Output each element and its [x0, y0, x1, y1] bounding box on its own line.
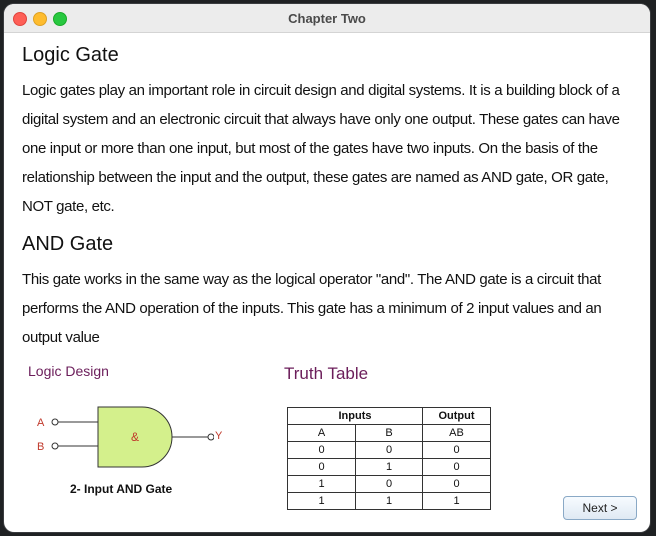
app-window: Chapter Two Logic Gate Logic gates play … — [4, 4, 650, 532]
truth-table-column-row: A B AB — [287, 424, 491, 442]
table-cell: 1 — [355, 492, 423, 510]
window-title: Chapter Two — [288, 11, 366, 26]
table-cell: 0 — [287, 441, 356, 459]
logic-gate-heading: Logic Gate — [22, 44, 119, 66]
table-cell: 0 — [355, 475, 423, 493]
table-cell: 0 — [355, 441, 423, 459]
input-b-label: B — [37, 441, 44, 453]
table-cell: 0 — [422, 441, 491, 459]
inputs-header: Inputs — [287, 407, 423, 425]
and-gate-heading: AND Gate — [22, 233, 114, 255]
output-header: Output — [422, 407, 491, 425]
truth-table-label: Truth Table — [284, 364, 369, 383]
table-cell: 1 — [287, 492, 356, 510]
column-a-header: A — [287, 424, 356, 442]
table-cell: 1 — [287, 475, 356, 493]
output-terminal — [207, 433, 214, 441]
table-row: 1 1 1 — [287, 492, 491, 510]
and-gate-diagram: A B & — [37, 406, 214, 468]
logic-design-label: Logic Design — [28, 363, 109, 379]
table-row: 1 0 0 — [287, 475, 491, 493]
input-a-terminal — [51, 418, 59, 426]
and-gate-paragraph: This gate works in the same way as the l… — [22, 271, 602, 346]
truth-table: Inputs Output A B AB 0 0 0 0 1 0 1 0 0 1… — [287, 407, 491, 510]
and-symbol: & — [131, 430, 139, 444]
table-cell: 1 — [355, 458, 423, 476]
table-cell: 1 — [422, 492, 491, 510]
table-row: 0 1 0 — [287, 458, 491, 476]
output-y-label: Y — [215, 430, 223, 442]
next-button[interactable]: Next > — [563, 496, 637, 520]
table-row: 0 0 0 — [287, 441, 491, 459]
input-b-terminal — [51, 442, 59, 450]
gate-caption: 2- Input AND Gate — [70, 482, 173, 496]
table-cell: 0 — [287, 458, 356, 476]
table-cell: 0 — [422, 475, 491, 493]
column-ab-header: AB — [422, 424, 491, 442]
table-cell: 0 — [422, 458, 491, 476]
input-a-label: A — [37, 417, 45, 429]
column-b-header: B — [355, 424, 423, 442]
truth-table-group-row: Inputs Output — [287, 407, 491, 425]
logic-gate-paragraph: Logic gates play an important role in ci… — [22, 82, 620, 215]
title-bar: Chapter Two — [4, 4, 650, 33]
